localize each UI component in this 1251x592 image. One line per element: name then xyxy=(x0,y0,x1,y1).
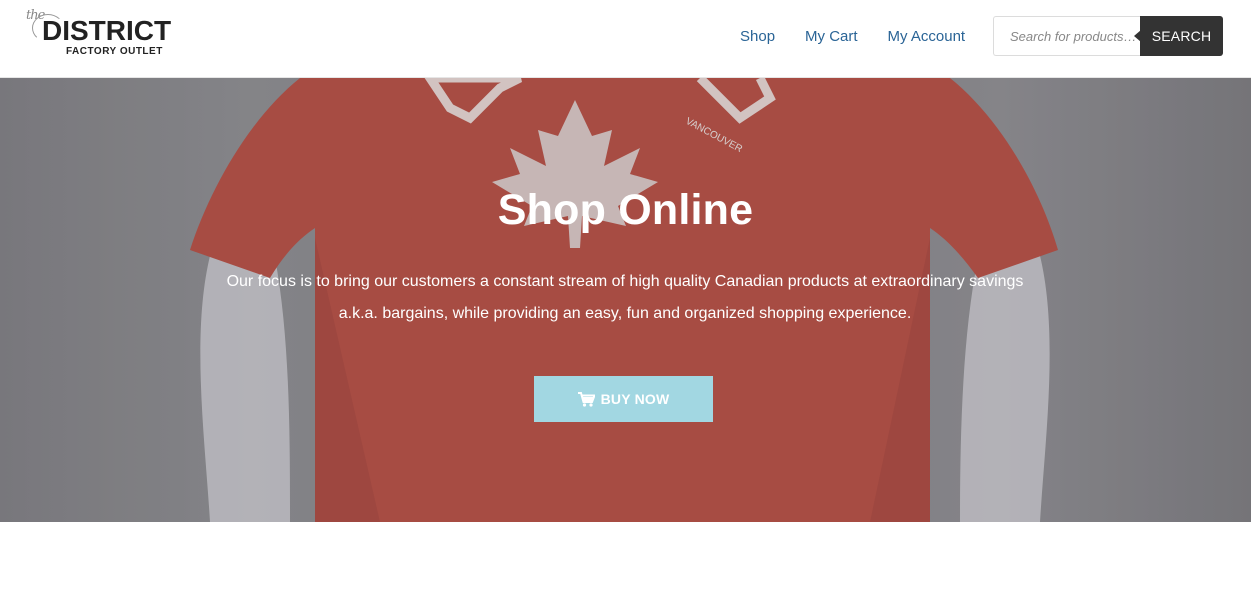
logo-tagline: FACTORY OUTLET xyxy=(66,46,163,57)
hero-banner: VANCOUVER Shop Online Our focus is to br… xyxy=(0,78,1251,522)
buy-now-label: BUY NOW xyxy=(600,391,670,407)
hero-description: Our focus is to bring our customers a co… xyxy=(226,273,1024,322)
search-input[interactable] xyxy=(993,16,1142,56)
shopping-cart-icon xyxy=(577,391,595,407)
nav-item-my-cart[interactable]: My Cart xyxy=(805,28,858,45)
site-header: the DISTRICT FACTORY OUTLET Shop My Cart… xyxy=(0,0,1251,78)
site-logo[interactable]: the DISTRICT FACTORY OUTLET xyxy=(24,8,194,60)
nav-item-shop[interactable]: Shop xyxy=(740,28,775,45)
logo-wordmark: DISTRICT xyxy=(42,15,172,46)
buy-now-button[interactable]: BUY NOW xyxy=(534,376,713,422)
hero-title: Shop Online xyxy=(497,186,754,234)
nav-item-my-account[interactable]: My Account xyxy=(888,28,966,45)
search-button[interactable]: SEARCH xyxy=(1140,16,1223,56)
main-nav: Shop My Cart My Account xyxy=(740,0,965,72)
product-search: SEARCH xyxy=(993,16,1223,56)
